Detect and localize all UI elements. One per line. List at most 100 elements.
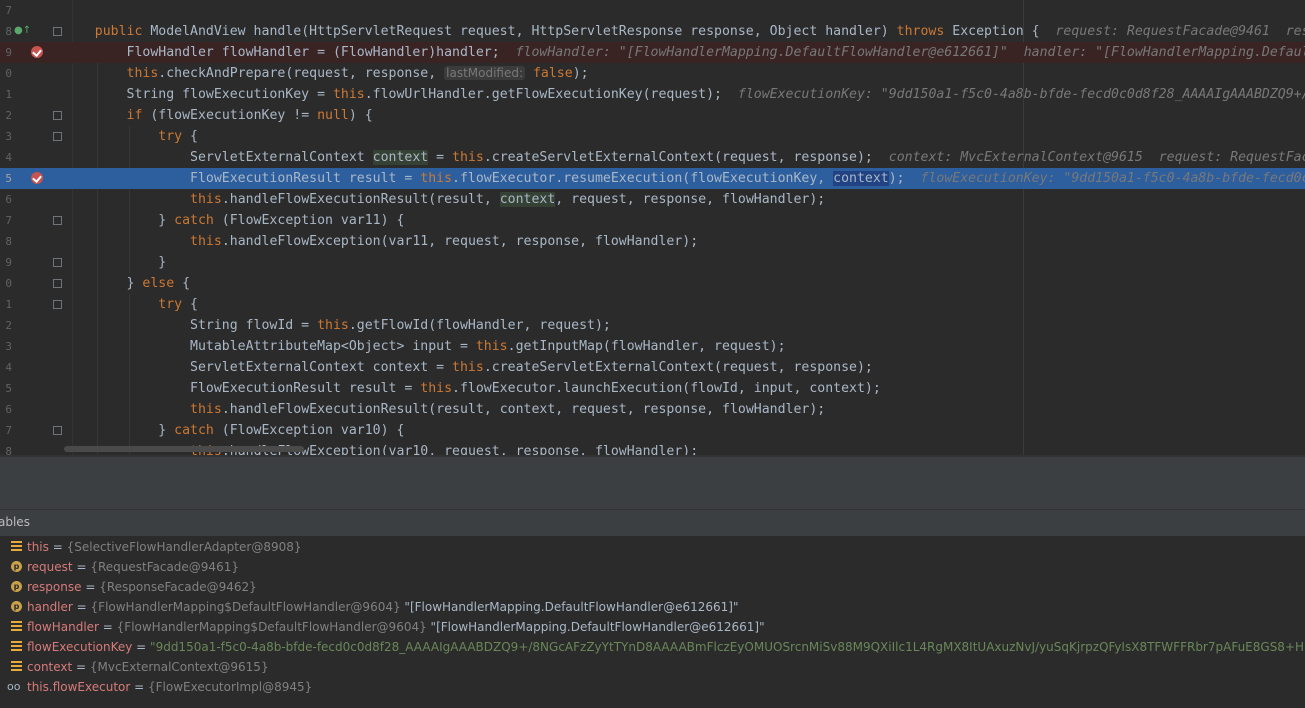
variable-value: {ResponseFacade@9462} — [99, 580, 257, 594]
fold-toggle-icon[interactable] — [53, 27, 62, 36]
code-text: } else { — [63, 276, 191, 291]
code-line[interactable]: 9 } — [0, 252, 1305, 273]
variable-name: context — [27, 660, 73, 674]
parameter-icon: p — [11, 561, 22, 572]
code-text: try { — [158, 129, 198, 144]
variables-list[interactable]: this = {SelectiveFlowHandlerAdapter@8908… — [0, 537, 1305, 708]
field-icon — [11, 641, 22, 652]
line-number: 2 — [5, 109, 12, 122]
line-number: 9 — [5, 256, 12, 269]
watch-icon: oo — [7, 680, 21, 693]
code-line[interactable]: 6 this.handleFlowExecutionResult(result,… — [0, 399, 1305, 420]
debugger-toolbar — [0, 457, 1305, 510]
breakpoint-icon[interactable] — [31, 46, 43, 58]
fold-toggle-icon[interactable] — [53, 300, 62, 309]
code-text: FlowHandler flowHandler = (FlowHandler)h… — [63, 45, 1305, 60]
code-line[interactable]: 4 ServletExternalContext context = this.… — [0, 357, 1305, 378]
fold-toggle-icon[interactable] — [53, 426, 62, 435]
code-text: FlowExecutionResult result = this.flowEx… — [63, 171, 1305, 186]
line-number: 7 — [5, 424, 12, 437]
line-number: 3 — [5, 340, 12, 353]
fold-toggle-icon[interactable] — [53, 132, 62, 141]
code-text: String flowId = this.getFlowId(flowHandl… — [63, 318, 611, 333]
code-line[interactable]: 7 — [0, 0, 1305, 21]
code-text: ServletExternalContext context = this.cr… — [63, 150, 1305, 165]
field-icon — [11, 661, 22, 672]
variable-name: handler — [27, 600, 73, 614]
line-number: 0 — [5, 67, 12, 80]
line-number: 7 — [5, 214, 12, 227]
line-number: 2 — [5, 319, 12, 332]
code-line[interactable]: 0 this.checkAndPrepare(request, response… — [0, 63, 1305, 84]
code-line[interactable]: 8 this.handleFlowException(var11, reques… — [0, 231, 1305, 252]
line-number: 9 — [5, 46, 12, 59]
code-text: } catch (FlowException var10) { — [63, 423, 405, 438]
variable-name: this.flowExecutor — [27, 680, 131, 694]
code-line[interactable]: 0 } else { — [0, 273, 1305, 294]
code-line[interactable]: 9 FlowHandler flowHandler = (FlowHandler… — [0, 42, 1305, 63]
parameter-icon: p — [11, 581, 22, 592]
variable-name: flowExecutionKey — [27, 640, 133, 654]
variable-tostring: "[FlowHandlerMapping.DefaultFlowHandler@… — [400, 600, 739, 614]
variable-value: "9dd150a1-f5c0-4a8b-bfde-fecd0c0d8f28_AA… — [150, 640, 1305, 654]
code-line[interactable]: 1 try { — [0, 294, 1305, 315]
horizontal-scrollbar[interactable] — [64, 446, 304, 452]
code-line[interactable]: 7 } catch (FlowException var11) { — [0, 210, 1305, 231]
line-number: 4 — [5, 361, 12, 374]
code-line[interactable]: 8 public ModelAndView handle(HttpServlet… — [0, 21, 1305, 42]
fold-toggle-icon[interactable] — [53, 279, 62, 288]
line-number: 8 — [5, 25, 12, 38]
variable-value: {FlowHandlerMapping$DefaultFlowHandler@9… — [116, 620, 427, 634]
line-number: 6 — [5, 193, 12, 206]
field-icon — [11, 621, 22, 632]
code-editor[interactable]: 7 8 public ModelAndView handle(HttpServle… — [0, 0, 1305, 455]
code-text: FlowExecutionResult result = this.flowEx… — [63, 381, 881, 396]
line-number: 4 — [5, 151, 12, 164]
code-line[interactable]: 1 String flowExecutionKey = this.flowUrl… — [0, 84, 1305, 105]
variable-name: request — [27, 560, 73, 574]
code-line[interactable]: 4 ServletExternalContext context = this.… — [0, 147, 1305, 168]
code-text: String flowExecutionKey = this.flowUrlHa… — [63, 87, 1305, 102]
variable-value: {RequestFacade@9461} — [90, 560, 239, 574]
code-text: if (flowExecutionKey != null) { — [126, 108, 373, 123]
breakpoint-icon[interactable] — [31, 172, 43, 184]
code-text: MutableAttributeMap<Object> input = this… — [63, 339, 786, 354]
parameter-icon: p — [11, 601, 22, 612]
line-number: 8 — [5, 235, 12, 248]
code-text: this.handleFlowExecutionResult(result, c… — [190, 402, 826, 417]
variable-name: this — [27, 540, 49, 554]
code-text: public ModelAndView handle(HttpServletRe… — [94, 24, 1305, 39]
variable-value: {SelectiveFlowHandlerAdapter@8908} — [66, 540, 302, 554]
code-line[interactable]: 7 } catch (FlowException var10) { — [0, 420, 1305, 441]
line-number: 1 — [5, 298, 12, 311]
code-text: this.handleFlowException(var11, request,… — [190, 234, 699, 249]
code-line[interactable]: 5 FlowExecutionResult result = this.flow… — [0, 168, 1305, 189]
line-number: 6 — [5, 403, 12, 416]
fold-toggle-icon[interactable] — [53, 216, 62, 225]
code-line[interactable]: 5 FlowExecutionResult result = this.flow… — [0, 378, 1305, 399]
variable-name: response — [27, 580, 82, 594]
code-text: } catch (FlowException var11) { — [63, 213, 405, 228]
code-text: this.handleFlowExecutionResult(result, c… — [190, 192, 826, 207]
fold-toggle-icon[interactable] — [53, 111, 62, 120]
code-text: try { — [158, 297, 198, 312]
line-number: 3 — [5, 130, 12, 143]
code-line[interactable]: 2 if (flowExecutionKey != null) { — [0, 105, 1305, 126]
code-line[interactable]: 2 String flowId = this.getFlowId(flowHan… — [0, 315, 1305, 336]
override-method-icon[interactable]: ●↑ — [14, 25, 31, 36]
code-text: } — [63, 255, 167, 270]
fold-toggle-icon[interactable] — [53, 258, 62, 267]
code-line[interactable]: 6 this.handleFlowExecutionResult(result,… — [0, 189, 1305, 210]
code-text: this.checkAndPrepare(request, response, … — [126, 66, 589, 81]
variable-value: {FlowExecutorImpl@8945} — [148, 680, 313, 694]
line-number: 0 — [5, 277, 12, 290]
variables-title: ables — [0, 515, 30, 529]
code-text: ServletExternalContext context = this.cr… — [63, 360, 873, 375]
code-line[interactable]: 3 MutableAttributeMap<Object> input = th… — [0, 336, 1305, 357]
variable-name: flowHandler — [27, 620, 99, 634]
line-number: 8 — [5, 445, 12, 455]
line-number: 5 — [5, 172, 12, 185]
variables-header: ables — [0, 510, 1305, 537]
code-line[interactable]: 3 try { — [0, 126, 1305, 147]
line-number: 5 — [5, 382, 12, 395]
